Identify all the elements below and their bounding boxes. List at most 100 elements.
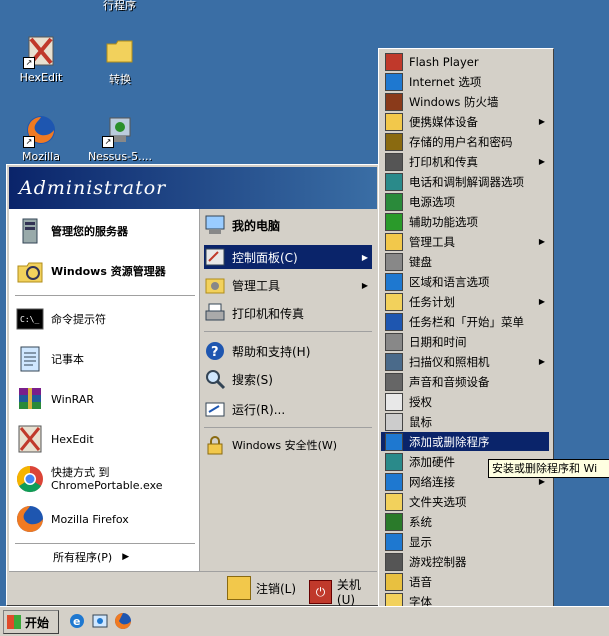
recent-item-notepad[interactable]: 记事本 bbox=[15, 341, 193, 377]
control-panel-applet-icon bbox=[385, 172, 403, 191]
recent-item-chrome[interactable]: 快捷方式 到 ChromePortable.exe bbox=[15, 461, 193, 497]
start-menu-left-pane: 管理您的服务器 Windows 资源管理器 C:\_ 命令提示符 记事本 Win… bbox=[9, 209, 199, 571]
explorer-icon[interactable] bbox=[91, 612, 109, 630]
control-panel-item[interactable]: 任务计划 ▶ bbox=[381, 292, 549, 311]
control-panel-item[interactable]: 打印机和传真 ▶ bbox=[381, 152, 549, 171]
explorer-icon bbox=[15, 256, 45, 286]
control-panel-item[interactable]: 管理工具 ▶ bbox=[381, 232, 549, 251]
computer-icon bbox=[204, 214, 226, 236]
firefox-icon bbox=[15, 504, 45, 534]
control-panel-item[interactable]: 语音 bbox=[381, 572, 549, 591]
chrome-icon bbox=[15, 464, 45, 494]
start-menu-header: Administrator bbox=[9, 167, 377, 209]
firefox-icon[interactable] bbox=[114, 612, 132, 630]
printers-item[interactable]: 打印机和传真 bbox=[204, 301, 372, 325]
tooltip: 安装或删除程序和 Wi bbox=[488, 459, 609, 478]
shutdown-button[interactable]: ⏻ 关机(U) bbox=[309, 576, 377, 607]
arrow-right-icon: ▶ bbox=[538, 297, 545, 306]
control-panel-item[interactable]: 存储的用户名和密码 bbox=[381, 132, 549, 151]
nessus-icon: ↗ bbox=[102, 114, 136, 148]
control-panel-applet-icon bbox=[385, 112, 403, 131]
power-icon: ⏻ bbox=[309, 579, 332, 604]
pinned-item-explorer[interactable]: Windows 资源管理器 bbox=[15, 253, 193, 289]
hexedit-icon: ↗ bbox=[23, 35, 57, 69]
arrow-right-icon: ▶ bbox=[538, 477, 545, 486]
logoff-button[interactable]: 注销(L) bbox=[227, 576, 296, 600]
control-panel-submenu: Flash Player Internet 选项 Windows 防火墙 便携媒体设备… bbox=[378, 48, 554, 634]
pinned-item-manage-server[interactable]: 管理您的服务器 bbox=[15, 213, 193, 249]
control-panel-applet-icon bbox=[385, 152, 403, 171]
desktop-icon-nessus[interactable]: ↗ Nessus-5.... bbox=[84, 114, 156, 163]
svg-text:e: e bbox=[73, 615, 80, 628]
recent-item-firefox[interactable]: Mozilla Firefox bbox=[15, 501, 193, 537]
control-panel-item[interactable]: Windows 防火墙 bbox=[381, 92, 549, 111]
control-panel-applet-icon bbox=[385, 52, 403, 71]
all-programs-button[interactable]: 所有程序(P) ▶ bbox=[53, 549, 129, 565]
control-panel-applet-icon bbox=[385, 132, 403, 151]
svg-text:?: ? bbox=[211, 345, 219, 360]
control-panel-applet-icon bbox=[385, 252, 403, 271]
start-menu: Administrator 管理您的服务器 Windows 资源管理器 C:\_… bbox=[6, 164, 380, 607]
arrow-right-icon: ▶ bbox=[538, 157, 545, 166]
windows-logo-icon bbox=[7, 615, 21, 629]
control-panel-applet-icon bbox=[385, 512, 403, 531]
control-panel-item[interactable]: 便携媒体设备 ▶ bbox=[381, 112, 549, 131]
desktop-icon-convert[interactable]: 转换 bbox=[84, 35, 156, 87]
control-panel-item[interactable]: Internet 选项 bbox=[381, 72, 549, 91]
run-item[interactable]: 运行(R)... bbox=[204, 397, 372, 421]
cmd-icon: C:\_ bbox=[15, 304, 45, 334]
control-panel-item[interactable]: 显示 bbox=[381, 532, 549, 551]
control-panel-applet-icon bbox=[385, 452, 403, 471]
recent-item-hexedit[interactable]: HexEdit bbox=[15, 421, 193, 457]
control-panel-applet-icon bbox=[385, 332, 403, 351]
winrar-icon bbox=[15, 384, 45, 414]
control-panel-item[interactable]: 添加或删除程序 bbox=[381, 432, 549, 451]
control-panel-applet-icon bbox=[385, 292, 403, 311]
control-panel-applet-icon bbox=[385, 212, 403, 231]
control-panel-item[interactable]: 扫描仪和照相机 ▶ bbox=[381, 352, 549, 371]
arrow-right-icon: ▶ bbox=[361, 280, 368, 290]
control-panel-item[interactable]: 授权 bbox=[381, 392, 549, 411]
control-panel-item[interactable]: 控制面板(C) ▶ bbox=[204, 245, 372, 269]
control-panel-applet-icon bbox=[385, 352, 403, 371]
arrow-right-icon: ▶ bbox=[538, 357, 545, 366]
control-panel-item[interactable]: 声音和音频设备 bbox=[381, 372, 549, 391]
control-panel-applet-icon bbox=[385, 432, 403, 451]
desktop-icon-mozilla[interactable]: ↗ Mozilla bbox=[5, 114, 77, 163]
recent-item-cmd[interactable]: C:\_ 命令提示符 bbox=[15, 301, 193, 337]
control-panel-applet-icon bbox=[385, 312, 403, 331]
help-item[interactable]: ? 帮助和支持(H) bbox=[204, 339, 372, 363]
lock-icon bbox=[204, 434, 226, 456]
control-panel-item[interactable]: 游戏控制器 bbox=[381, 552, 549, 571]
control-panel-item[interactable]: 文件夹选项 bbox=[381, 492, 549, 511]
control-panel-item[interactable]: 鼠标 bbox=[381, 412, 549, 431]
control-panel-item[interactable]: 区域和语言选项 bbox=[381, 272, 549, 291]
control-panel-item[interactable]: 日期和时间 bbox=[381, 332, 549, 351]
control-panel-applet-icon bbox=[385, 412, 403, 431]
control-panel-applet-icon bbox=[385, 272, 403, 291]
control-panel-item[interactable]: Flash Player bbox=[381, 52, 549, 71]
control-panel-applet-icon bbox=[385, 372, 403, 391]
search-icon bbox=[204, 368, 226, 390]
user-name: Administrator bbox=[19, 177, 167, 199]
desktop-icon-hexedit[interactable]: ↗ HexEdit bbox=[5, 35, 77, 84]
arrow-right-icon: ▶ bbox=[538, 237, 545, 246]
control-panel-applet-icon bbox=[385, 192, 403, 211]
search-item[interactable]: 搜索(S) bbox=[204, 367, 372, 391]
control-panel-applet-icon bbox=[385, 472, 403, 491]
control-panel-item[interactable]: 电源选项 bbox=[381, 192, 549, 211]
recent-item-winrar[interactable]: WinRAR bbox=[15, 381, 193, 417]
windows-security-item[interactable]: Windows 安全性(W) bbox=[204, 433, 372, 457]
my-computer-item[interactable]: 我的电脑 bbox=[204, 213, 372, 237]
control-panel-item[interactable]: 任务栏和「开始」菜单 bbox=[381, 312, 549, 331]
admin-tools-icon bbox=[204, 274, 226, 296]
start-button[interactable]: 开始 bbox=[3, 610, 59, 634]
ie-icon[interactable]: e bbox=[68, 612, 86, 630]
control-panel-item[interactable]: 电话和调制解调器选项 bbox=[381, 172, 549, 191]
admin-tools-item[interactable]: 管理工具 ▶ bbox=[204, 273, 372, 297]
control-panel-item[interactable]: 键盘 bbox=[381, 252, 549, 271]
control-panel-item[interactable]: 系统 bbox=[381, 512, 549, 531]
control-panel-item[interactable]: 辅助功能选项 bbox=[381, 212, 549, 231]
start-menu-footer: 注销(L) ⏻ 关机(U) bbox=[9, 571, 377, 607]
control-panel-applet-icon bbox=[385, 492, 403, 511]
